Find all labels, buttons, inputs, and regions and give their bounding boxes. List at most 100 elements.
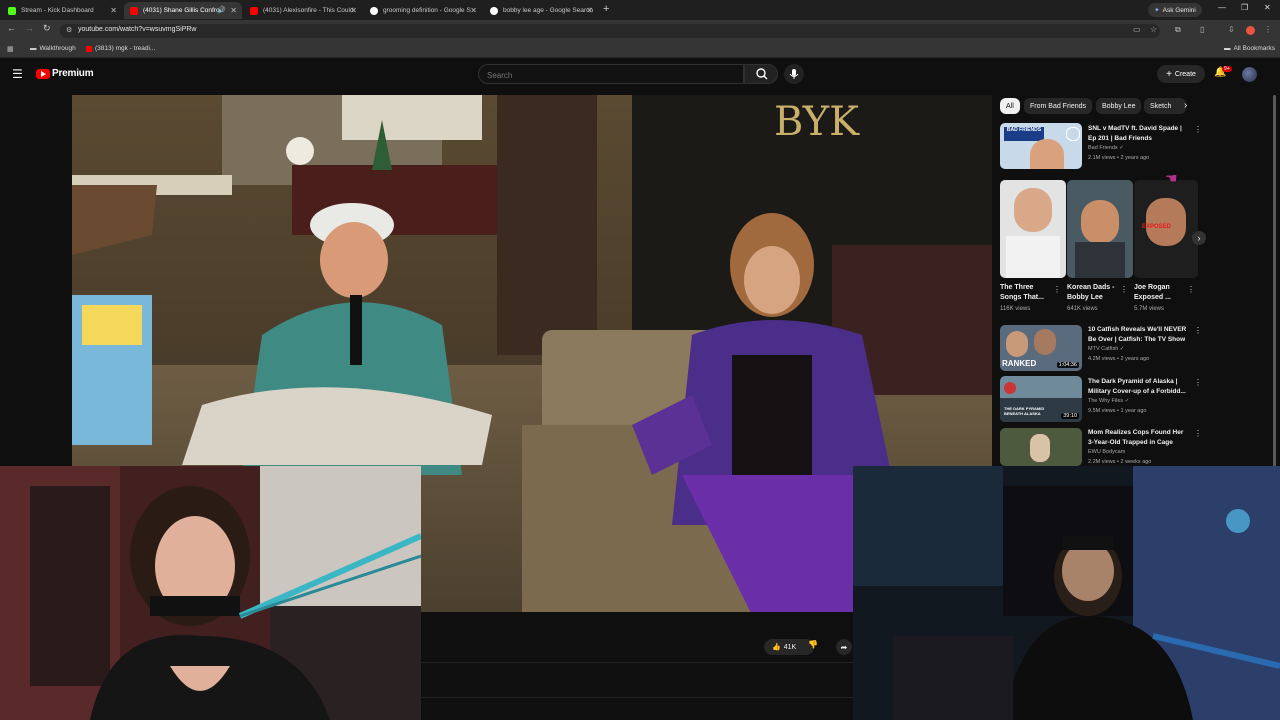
- verified-icon: ✓: [1124, 398, 1130, 404]
- related-title[interactable]: The Dark Pyramid of Alaska | Military Co…: [1088, 377, 1188, 396]
- youtube-favicon-icon: [250, 6, 258, 15]
- close-icon[interactable]: ✕: [350, 6, 357, 15]
- verified-icon: ✓: [1119, 346, 1125, 352]
- youtube-brand[interactable]: Premium: [52, 68, 94, 79]
- close-icon[interactable]: ✕: [230, 6, 237, 15]
- create-label: Create: [1174, 70, 1196, 78]
- close-icon[interactable]: ✕: [110, 6, 117, 15]
- related-channel[interactable]: MTV Catfish ✓: [1088, 346, 1124, 352]
- channel-name: Bad Friends: [1088, 145, 1118, 151]
- bookmark-star-icon[interactable]: ☆: [1150, 25, 1157, 34]
- related-title[interactable]: 10 Catfish Reveals We'll NEVER Be Over |…: [1088, 325, 1188, 344]
- short-thumbnail[interactable]: EXPOSED: [1134, 180, 1198, 278]
- related-channel[interactable]: Bad Friends ✓: [1088, 145, 1124, 151]
- profile-avatar[interactable]: [1246, 26, 1255, 35]
- create-button[interactable]: + Create: [1157, 65, 1205, 83]
- forward-icon[interactable]: →: [25, 23, 34, 33]
- related-title[interactable]: SNL v MadTV ft. David Spade | Ep 201 | B…: [1088, 124, 1188, 143]
- short-title[interactable]: The Three Songs That...: [1000, 283, 1052, 303]
- new-tab-icon[interactable]: +: [603, 3, 609, 15]
- minimize-icon[interactable]: —: [1218, 3, 1226, 12]
- chip-all[interactable]: All: [1000, 98, 1020, 114]
- more-options-icon[interactable]: ⋮: [1194, 125, 1202, 134]
- tab-kick-dashboard[interactable]: Stream - Kick Dashboard ✕: [2, 2, 122, 19]
- tab-label: grooming definition - Google S: [383, 7, 471, 14]
- hamburger-menu-icon[interactable]: ☰: [12, 67, 23, 81]
- chip-bobby-lee[interactable]: Bobby Lee: [1096, 98, 1142, 114]
- tab-bobby-lee-age[interactable]: bobby lee age - Google Search ✕: [484, 2, 598, 19]
- more-options-icon[interactable]: ⋮: [1194, 429, 1202, 438]
- ask-gemini-button[interactable]: ✦ Ask Gemini: [1148, 3, 1202, 17]
- tab-shane-gillis[interactable]: (4031) Shane Gillis Confron 🔊 ✕: [124, 2, 242, 19]
- cast-icon[interactable]: ▭: [1133, 25, 1141, 34]
- folder-icon: ▬: [1224, 45, 1231, 52]
- address-bar[interactable]: [60, 24, 1160, 38]
- more-options-icon[interactable]: ⋮: [1053, 285, 1061, 294]
- close-icon[interactable]: ✕: [586, 6, 593, 15]
- google-favicon-icon: [490, 6, 498, 15]
- url-text[interactable]: youtube.com/watch?v=wsuvmgSiPRw: [78, 26, 196, 33]
- webcam-scene: [853, 466, 1280, 720]
- chevron-right-icon[interactable]: ›: [1192, 231, 1206, 245]
- more-options-icon[interactable]: ⋮: [1194, 378, 1202, 387]
- thumb-face: [1030, 139, 1064, 169]
- chevron-right-icon[interactable]: ›: [1184, 100, 1187, 111]
- all-bookmarks-label: All Bookmarks: [1233, 45, 1276, 52]
- related-channel[interactable]: EWU Bodycam: [1088, 449, 1125, 455]
- related-thumbnail[interactable]: RANKED 1:04:36: [1000, 325, 1082, 371]
- page-scrollbar[interactable]: [1273, 95, 1276, 475]
- short-thumbnail[interactable]: [1067, 180, 1133, 278]
- short-title[interactable]: Korean Dads - Bobby Lee: [1067, 283, 1119, 303]
- chrome-menu-icon[interactable]: ⋮: [1264, 25, 1272, 34]
- youtube-logo-icon[interactable]: [36, 69, 50, 79]
- search-input[interactable]: [485, 70, 729, 81]
- related-channel[interactable]: The Why Files ✓: [1088, 398, 1129, 404]
- chip-from-bad-friends[interactable]: From Bad Friends: [1024, 98, 1093, 114]
- speaker-icon[interactable]: 🔊: [217, 6, 226, 14]
- bookmark-mgk[interactable]: (3813) mgk - treadi...: [86, 45, 155, 52]
- tab-alexisonfire[interactable]: (4031) Alexisonfire - This Could ✕: [244, 2, 362, 19]
- voice-search-button[interactable]: [784, 64, 804, 84]
- thumbs-down-icon[interactable]: 👎: [808, 640, 818, 649]
- thumb-overlay-text: THE DARK PYRAMID BENEATH ALASKA: [1004, 406, 1045, 416]
- reload-icon[interactable]: ↻: [43, 23, 51, 34]
- like-button[interactable]: 👍 41K: [764, 639, 814, 655]
- chip-sketch[interactable]: Sketch: [1144, 98, 1186, 114]
- search-box[interactable]: [478, 64, 744, 84]
- bookmarks-bar: [0, 42, 1280, 58]
- sidepanel-icon[interactable]: ▯: [1200, 25, 1204, 34]
- short-thumbnail[interactable]: [1000, 180, 1066, 278]
- ask-gemini-label: Ask Gemini: [1162, 6, 1196, 14]
- window-close-icon[interactable]: ✕: [1264, 3, 1271, 12]
- site-info-icon[interactable]: ⚙: [66, 26, 72, 34]
- short-title[interactable]: Joe Rogan Exposed ...: [1134, 283, 1186, 303]
- video-duration: 39:10: [1061, 413, 1079, 419]
- left-webcam-overlay: [0, 466, 421, 720]
- related-title[interactable]: Mom Realizes Cops Found Her 3-Year-Old T…: [1088, 428, 1188, 447]
- related-thumbnail[interactable]: BAD FRIENDS: [1000, 123, 1082, 169]
- related-thumbnail[interactable]: THE DARK PYRAMID BENEATH ALASKA 39:10: [1000, 376, 1082, 422]
- close-icon[interactable]: ✕: [470, 6, 477, 15]
- short-views: 641K views: [1067, 306, 1098, 312]
- kick-favicon-icon: [8, 6, 16, 15]
- download-icon[interactable]: ⇩: [1228, 25, 1235, 34]
- tab-grooming-definition[interactable]: grooming definition - Google S ✕: [364, 2, 482, 19]
- apps-grid-icon[interactable]: ▦: [7, 45, 14, 53]
- right-webcam-overlay: [853, 466, 1280, 720]
- tab-label: bobby lee age - Google Search: [503, 7, 593, 14]
- related-thumbnail[interactable]: [1000, 428, 1082, 466]
- maximize-icon[interactable]: ❐: [1241, 3, 1248, 12]
- bookmark-walkthrough[interactable]: ▬ Walkthrough: [30, 45, 76, 52]
- clock-icon: [1066, 127, 1080, 141]
- more-options-icon[interactable]: ⋮: [1187, 285, 1195, 294]
- all-bookmarks[interactable]: ▬ All Bookmarks: [1224, 45, 1275, 52]
- account-avatar[interactable]: [1242, 67, 1257, 82]
- back-icon[interactable]: ←: [7, 23, 16, 33]
- more-options-icon[interactable]: ⋮: [1194, 326, 1202, 335]
- more-options-icon[interactable]: ⋮: [1120, 285, 1128, 294]
- share-icon[interactable]: ➦: [836, 639, 852, 655]
- below-video-area: [421, 612, 853, 720]
- divider: [421, 662, 853, 663]
- extensions-icon[interactable]: ⧉: [1175, 25, 1181, 35]
- search-button[interactable]: [744, 64, 778, 84]
